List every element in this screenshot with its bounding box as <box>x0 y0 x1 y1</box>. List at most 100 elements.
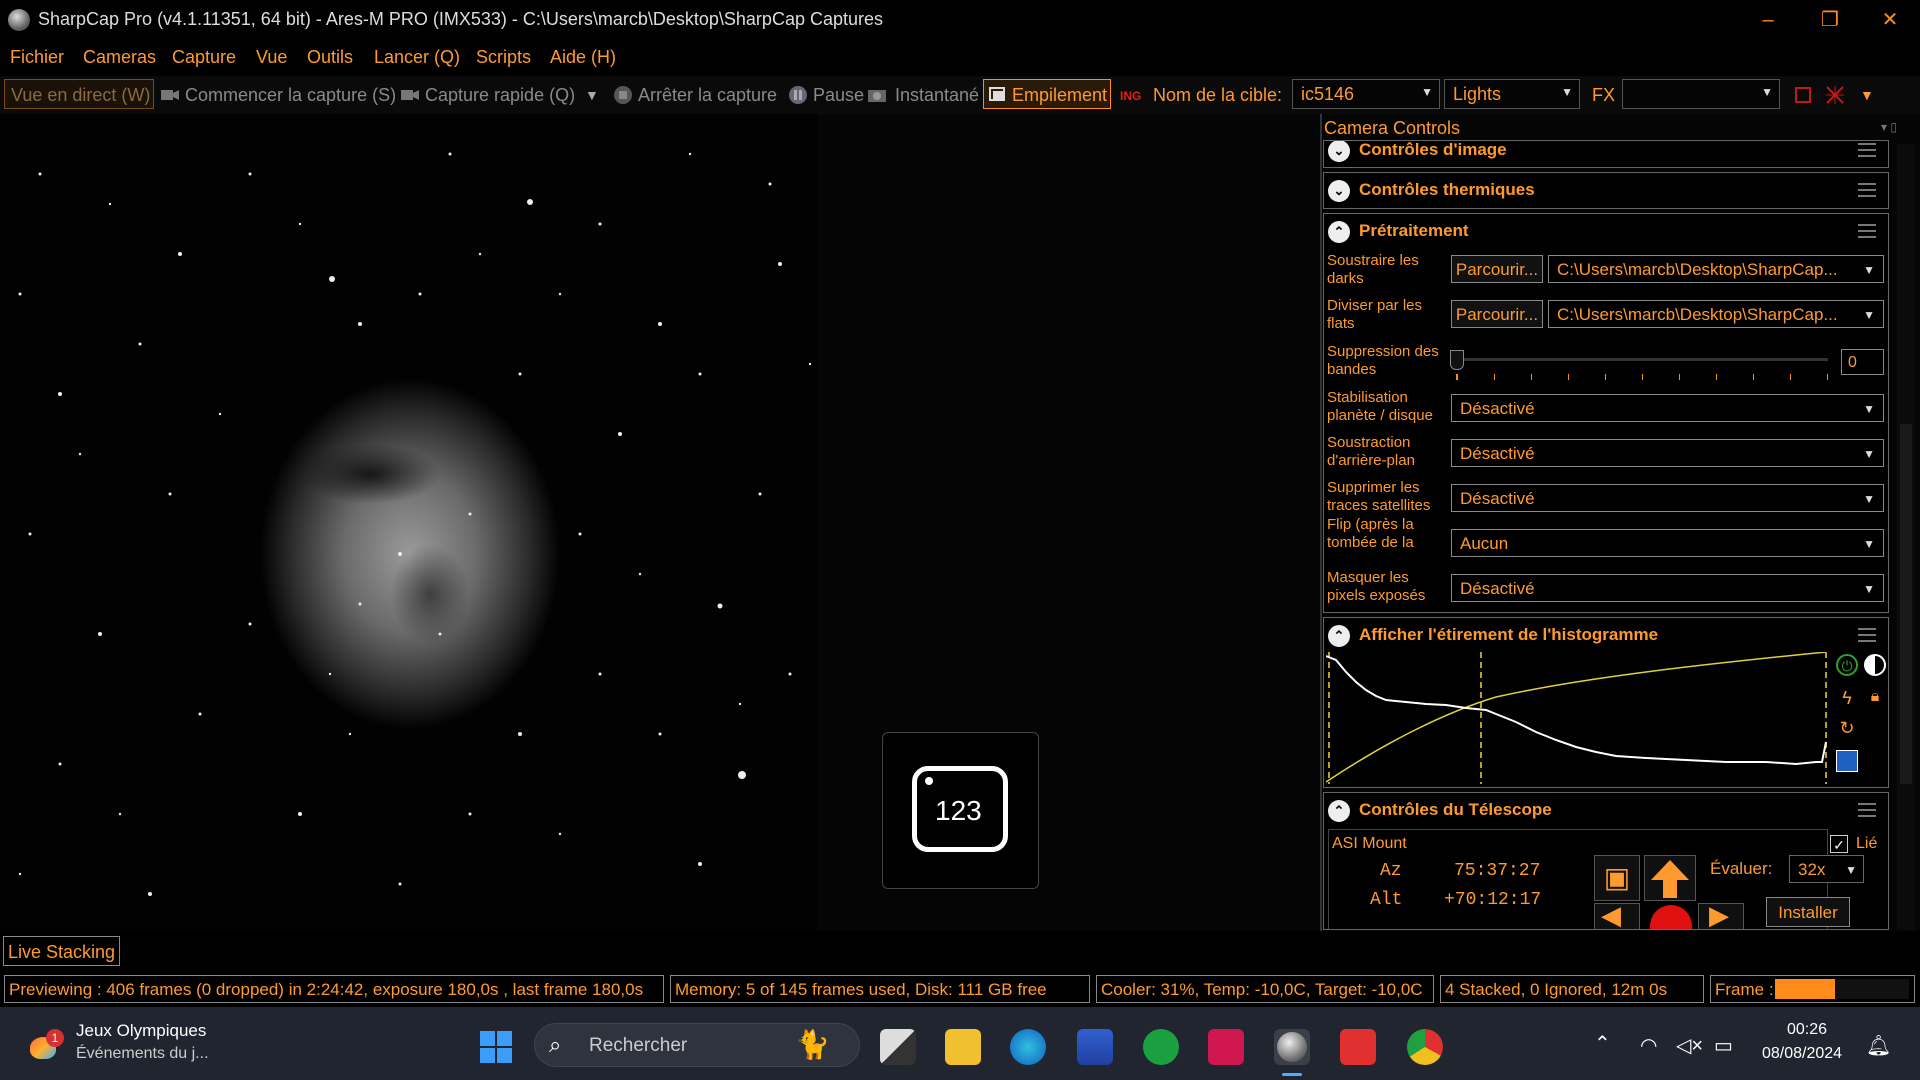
menu-cameras[interactable]: Cameras <box>83 47 156 68</box>
drag-handle-icon[interactable] <box>1858 143 1876 157</box>
live-stacking-tab[interactable]: Live Stacking <box>3 936 121 966</box>
collapse-icon[interactable]: ⌃ <box>1328 625 1350 647</box>
start-capture-button[interactable]: Commencer la capture (S) <box>185 85 396 106</box>
file-explorer-icon[interactable] <box>945 1029 981 1065</box>
section-image-controls-header[interactable]: ⌄ Contrôles d'image <box>1324 141 1888 167</box>
show-hidden-icons-chevron[interactable]: ⌃ <box>1594 1031 1611 1056</box>
clock-date[interactable]: 08/08/2024 <box>1762 1045 1842 1063</box>
darks-browse-button[interactable]: Parcourir... <box>1451 255 1543 283</box>
red-cross-grid-icon[interactable] <box>1825 85 1845 105</box>
edge-browser-icon[interactable] <box>1010 1029 1046 1065</box>
target-name-dropdown[interactable]: ic5146 ▼ <box>1292 79 1440 109</box>
power-icon[interactable]: ⏻ <box>1836 654 1858 676</box>
satellite-trails-value: Désactivé <box>1460 489 1535 508</box>
menu-lancer[interactable]: Lancer (Q) <box>374 47 460 68</box>
collapse-icon[interactable]: ⌃ <box>1328 800 1350 822</box>
section-telescope-header[interactable]: ⌃ Contrôles du Télescope <box>1324 793 1888 829</box>
search-icon: ⌕ <box>549 1032 562 1057</box>
speaker-muted-icon[interactable]: ◁× <box>1676 1033 1703 1058</box>
astro-app-icon[interactable] <box>1208 1029 1244 1065</box>
wifi-icon[interactable]: ◠ <box>1640 1033 1657 1058</box>
lock-icon[interactable]: 🔒︎ <box>1864 688 1886 710</box>
panel-scrollbar[interactable] <box>1897 144 1915 930</box>
drag-handle-icon[interactable] <box>1858 803 1876 817</box>
frame-type-dropdown[interactable]: Lights ▼ <box>1444 79 1580 109</box>
move-west-button[interactable]: ◀ <box>1594 900 1640 929</box>
rate-dropdown[interactable]: 32x ▼ <box>1789 855 1864 883</box>
chevron-down-icon[interactable]: ▼ <box>585 87 599 103</box>
install-button[interactable]: Installer <box>1766 897 1850 927</box>
restore-button[interactable]: ❐ <box>1800 0 1860 40</box>
darks-path-dropdown[interactable]: C:\Users\marcb\Desktop\SharpCap... ▼ <box>1548 255 1884 283</box>
move-north-button[interactable] <box>1644 855 1696 901</box>
minimize-button[interactable]: – <box>1738 0 1798 40</box>
task-view-icon[interactable] <box>880 1029 916 1065</box>
panel-pin-icon[interactable]: ▾ ▯ <box>1881 120 1897 134</box>
goto-icon[interactable]: ▣ <box>1594 855 1640 901</box>
stacking-button[interactable]: Empilement <box>983 79 1111 109</box>
histogram-graph[interactable] <box>1326 652 1830 784</box>
section-histogram-header[interactable]: ⌃ Afficher l'étirement de l'histogramme <box>1324 618 1888 654</box>
ing-target-icon[interactable]: ING <box>1120 85 1144 105</box>
pause-button[interactable]: Pause <box>813 85 864 106</box>
news-widget-icon[interactable]: 1 <box>30 1029 64 1059</box>
stabilization-dropdown[interactable]: Désactivé ▼ <box>1451 394 1884 422</box>
menu-outils[interactable]: Outils <box>307 47 353 68</box>
taskbar-search-box[interactable]: ⌕ Rechercher 🐈 <box>534 1023 860 1067</box>
sharpcap-taskbar-icon[interactable] <box>1274 1029 1310 1065</box>
microsoft-store-icon[interactable] <box>1077 1029 1113 1065</box>
reset-icon[interactable]: ↻ <box>1836 718 1858 740</box>
background-subtraction-dropdown[interactable]: Désactivé ▼ <box>1451 439 1884 467</box>
anydesk-icon[interactable] <box>1340 1029 1376 1065</box>
red-square-icon[interactable] <box>1793 85 1813 105</box>
fx-label: FX <box>1592 85 1616 105</box>
expand-icon[interactable]: ⌄ <box>1328 141 1350 162</box>
live-view-button[interactable]: Vue en direct (W) <box>4 79 154 109</box>
section-preprocessing-header[interactable]: ⌃ Prétraitement <box>1324 214 1888 250</box>
drag-handle-icon[interactable] <box>1858 224 1876 238</box>
save-icon[interactable] <box>1836 750 1858 772</box>
banding-slider[interactable] <box>1450 350 1828 370</box>
linked-checkbox[interactable]: ✓ <box>1830 835 1848 853</box>
rate-label: Évaluer: <box>1710 859 1773 878</box>
flip-dropdown[interactable]: Aucun ▼ <box>1451 529 1884 557</box>
mask-pixels-dropdown[interactable]: Désactivé ▼ <box>1451 574 1884 602</box>
panel-scrollbar-thumb[interactable] <box>1900 424 1912 784</box>
chrome-browser-icon[interactable] <box>1407 1029 1443 1065</box>
satellite-trails-dropdown[interactable]: Désactivé ▼ <box>1451 484 1884 512</box>
section-thermal-controls-header[interactable]: ⌄ Contrôles thermiques <box>1324 173 1888 209</box>
notifications-bell-icon[interactable]: 🔔︎ <box>1866 1033 1891 1058</box>
menu-scripts[interactable]: Scripts <box>476 47 531 68</box>
quick-capture-button[interactable]: Capture rapide (Q) <box>425 85 575 106</box>
news-subtitle[interactable]: Événements du j... <box>76 1045 209 1063</box>
snapshot-button[interactable]: Instantané <box>895 85 979 106</box>
section-histogram: ⌃ Afficher l'étirement de l'histogramme … <box>1323 617 1889 788</box>
menu-vue[interactable]: Vue <box>256 47 287 68</box>
contrast-icon[interactable] <box>1864 654 1886 676</box>
menu-aide[interactable]: Aide (H) <box>550 47 616 68</box>
flats-label: Diviser par les flats <box>1327 297 1423 332</box>
flats-browse-button[interactable]: Parcourir... <box>1451 300 1543 328</box>
banding-value-input[interactable]: 0 <box>1841 349 1884 375</box>
collapse-icon[interactable]: ⌃ <box>1328 221 1350 243</box>
banding-slider-thumb[interactable] <box>1450 350 1464 370</box>
counter-overlay-widget[interactable]: 123 <box>882 732 1039 889</box>
clock-time[interactable]: 00:26 <box>1787 1021 1827 1039</box>
close-button[interactable]: ✕ <box>1860 0 1920 40</box>
drag-handle-icon[interactable] <box>1858 628 1876 642</box>
move-east-button[interactable]: ▶ <box>1698 900 1744 929</box>
lightning-icon[interactable]: ϟ <box>1836 688 1858 710</box>
stop-capture-button[interactable]: Arrêter la capture <box>638 85 777 106</box>
live-image-view[interactable] <box>0 114 818 931</box>
drag-handle-icon[interactable] <box>1858 183 1876 197</box>
flats-path-dropdown[interactable]: C:\Users\marcb\Desktop\SharpCap... ▼ <box>1548 300 1884 328</box>
menu-fichier[interactable]: Fichier <box>10 47 64 68</box>
fx-dropdown[interactable]: ▼ <box>1622 79 1780 109</box>
news-title[interactable]: Jeux Olympiques <box>76 1021 206 1041</box>
expand-icon[interactable]: ⌄ <box>1328 180 1350 202</box>
battery-icon[interactable]: ▭ <box>1714 1033 1733 1058</box>
phd-guiding-icon[interactable] <box>1143 1029 1179 1065</box>
toolbar-overflow-icon[interactable]: ▼ <box>1860 87 1874 103</box>
start-button[interactable] <box>478 1029 514 1065</box>
menu-capture[interactable]: Capture <box>172 47 236 68</box>
